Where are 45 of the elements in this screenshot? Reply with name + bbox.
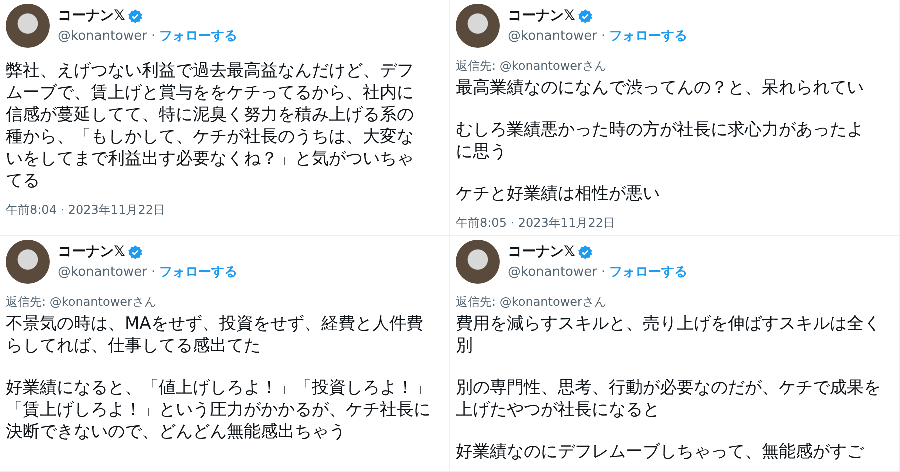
tweet-text: いをしてまで利益出す必要なくね？」と気がついちゃ	[6, 148, 415, 170]
user-handle: @konantower	[508, 28, 598, 44]
tweet-text: 好業績なのにデフレムーブしちゃって、無能感がすご	[456, 441, 866, 463]
follow-link[interactable]: フォローする	[610, 27, 688, 45]
tweet-text: 信感が蔓延してて、特に泥臭く努力を積み上げる系の	[6, 104, 415, 126]
tweet-text: 「賃上げしろよ！」という圧力がかかるが、ケチ社長に	[6, 399, 432, 421]
tweet-text: 種から、「もしかして、ケチが社長のうちは、大変な	[6, 126, 415, 148]
avatar	[6, 240, 50, 284]
user-handle: @konantower	[58, 28, 148, 44]
avatar	[456, 240, 500, 284]
reply-to-text: 返信先: @konantowerさん	[456, 58, 608, 75]
display-name: コーナン𝕏	[58, 243, 126, 261]
tweet-text: むしろ業績悪かった時の方が社長に求心力があったよ	[456, 119, 865, 141]
follow-link[interactable]: フォローする	[160, 263, 238, 281]
separator: ·	[602, 264, 606, 280]
display-name: コーナン𝕏	[508, 243, 576, 261]
reply-to-text: 返信先: @konantowerさん	[6, 294, 158, 311]
user-handle: @konantower	[508, 264, 598, 280]
separator: ·	[152, 264, 156, 280]
avatar	[456, 4, 500, 48]
tweet-text: 別	[456, 335, 474, 357]
display-name: コーナン𝕏	[58, 7, 126, 25]
display-name: コーナン𝕏	[508, 7, 576, 25]
tweet-text: 不景気の時は、MAをせず、投資をせず、経費と人件費	[6, 313, 424, 335]
tweet-text: 決断できないので、どんどん無能感出ちゃう	[6, 421, 347, 443]
follow-link[interactable]: フォローする	[610, 263, 688, 281]
avatar	[6, 4, 50, 48]
separator: ·	[152, 28, 156, 44]
tweet-text: 費用を減らすスキルと、売り上げを伸ばすスキルは全く	[456, 313, 882, 335]
tweet-text: 弊社、えげつない利益で過去最高益なんだけど、デフ	[6, 60, 415, 82]
tweet-text: に思う	[456, 141, 508, 163]
tweet-text: てる	[6, 170, 41, 192]
separator: ·	[602, 28, 606, 44]
tweet-text: 別の専門性、思考、行動が必要なのだが、ケチで成果を	[456, 377, 882, 399]
tweet-text: らしてれば、仕事してる感出てた	[6, 335, 262, 357]
timestamp: 午前8:04 · 2023年11月22日	[6, 202, 166, 219]
user-handle: @konantower	[58, 264, 148, 280]
tweet-text: 好業績になると、「値上げしろよ！」「投資しろよ！」	[6, 377, 432, 399]
tweet-text: ムーブで、賃上げと賞与ををケチってるから、社内に	[6, 82, 415, 104]
tweet-text: ケチと好業績は相性が悪い	[456, 183, 661, 205]
tweet-text: 上げたやつが社長になると	[456, 399, 661, 421]
timestamp: 午前8:05 · 2023年11月22日	[456, 215, 616, 232]
reply-to-text: 返信先: @konantowerさん	[456, 294, 608, 311]
tweet-text: 最高業績なのになんで渋ってんの？と、呆れられてい	[456, 77, 865, 99]
follow-link[interactable]: フォローする	[160, 27, 238, 45]
